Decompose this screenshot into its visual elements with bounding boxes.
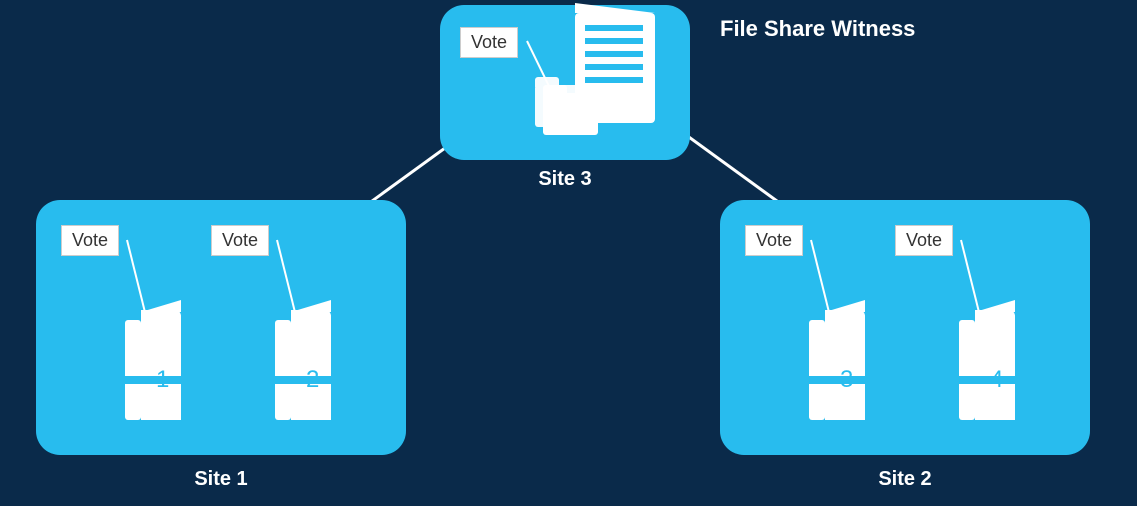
server-icon-1: 1 — [111, 300, 181, 430]
diagram-canvas: File Share Witness Vote Site 3 Vote 1 Vo… — [0, 0, 1137, 506]
site3-label: Site 3 — [440, 168, 690, 191]
site3-vote-tag: Vote — [460, 27, 518, 58]
server-icon-2: 2 — [261, 300, 331, 430]
site2-node1-vote-tag: Vote — [745, 225, 803, 256]
server-icon-4: 4 — [945, 300, 1015, 430]
site1-label: Site 1 — [36, 468, 406, 491]
site3-box: Vote — [440, 5, 690, 160]
server-number: 3 — [840, 366, 853, 394]
site2-label: Site 2 — [720, 468, 1090, 491]
site2-node2-vote-tag: Vote — [895, 225, 953, 256]
site1-node2-vote-tag: Vote — [211, 225, 269, 256]
server-icon-3: 3 — [795, 300, 865, 430]
server-number: 1 — [156, 366, 169, 394]
server-number: 4 — [990, 366, 1003, 394]
witness-title: File Share Witness — [720, 16, 915, 42]
folder-icon — [543, 93, 598, 135]
site2-box: Vote 3 Vote 4 — [720, 200, 1090, 455]
server-number: 2 — [306, 366, 319, 394]
site1-box: Vote 1 Vote 2 — [36, 200, 406, 455]
file-server-lines — [585, 25, 643, 90]
site1-node1-vote-tag: Vote — [61, 225, 119, 256]
